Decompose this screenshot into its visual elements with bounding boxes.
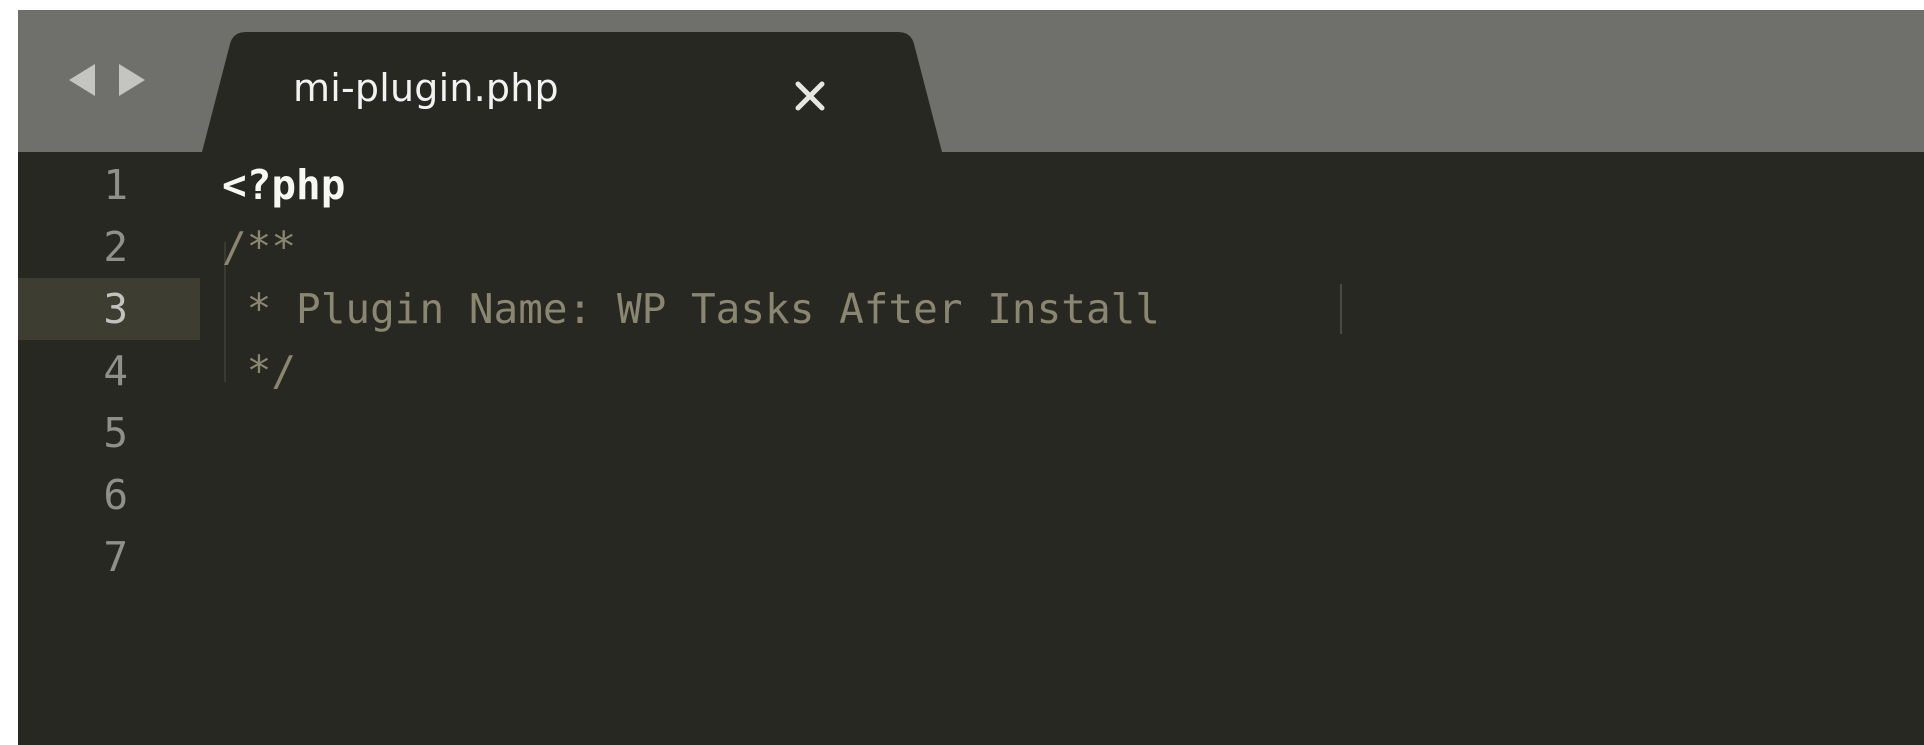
code-text[interactable]: <?php — [222, 154, 345, 216]
line-number: 5 — [103, 409, 128, 457]
line-number: 6 — [103, 471, 128, 519]
line-number: 3 — [103, 285, 128, 333]
code-line[interactable]: 4 */ — [18, 340, 1924, 402]
text-cursor — [1340, 284, 1342, 334]
tab-title[interactable]: mi-plugin.php — [293, 66, 559, 110]
triangle-right-icon[interactable] — [110, 58, 154, 102]
tab-navigation — [60, 58, 154, 102]
code-text[interactable]: */ — [222, 340, 296, 402]
tab-bar: mi-plugin.php — [18, 10, 1924, 152]
code-line[interactable]: 1 <?php — [18, 154, 1924, 216]
code-editor[interactable]: 1 <?php 2 /** 3 * Plugin Name: WP Tasks … — [18, 152, 1924, 745]
editor-window: mi-plugin.php 1 <?php 2 /** 3 * Plugin N… — [18, 10, 1924, 745]
code-line[interactable]: 6 — [18, 464, 1924, 526]
close-icon[interactable] — [790, 76, 830, 116]
code-text[interactable]: /** — [222, 216, 296, 278]
code-text[interactable]: * Plugin Name: WP Tasks After Install — [222, 278, 1160, 340]
line-number: 1 — [103, 161, 128, 209]
line-number: 2 — [103, 223, 128, 271]
triangle-left-icon[interactable] — [60, 58, 104, 102]
code-line[interactable]: 2 /** — [18, 216, 1924, 278]
line-number: 4 — [103, 347, 128, 395]
code-line[interactable]: 5 — [18, 402, 1924, 464]
code-line[interactable]: 7 — [18, 526, 1924, 588]
line-number: 7 — [103, 533, 128, 581]
code-line-active[interactable]: 3 * Plugin Name: WP Tasks After Install — [18, 278, 1924, 340]
